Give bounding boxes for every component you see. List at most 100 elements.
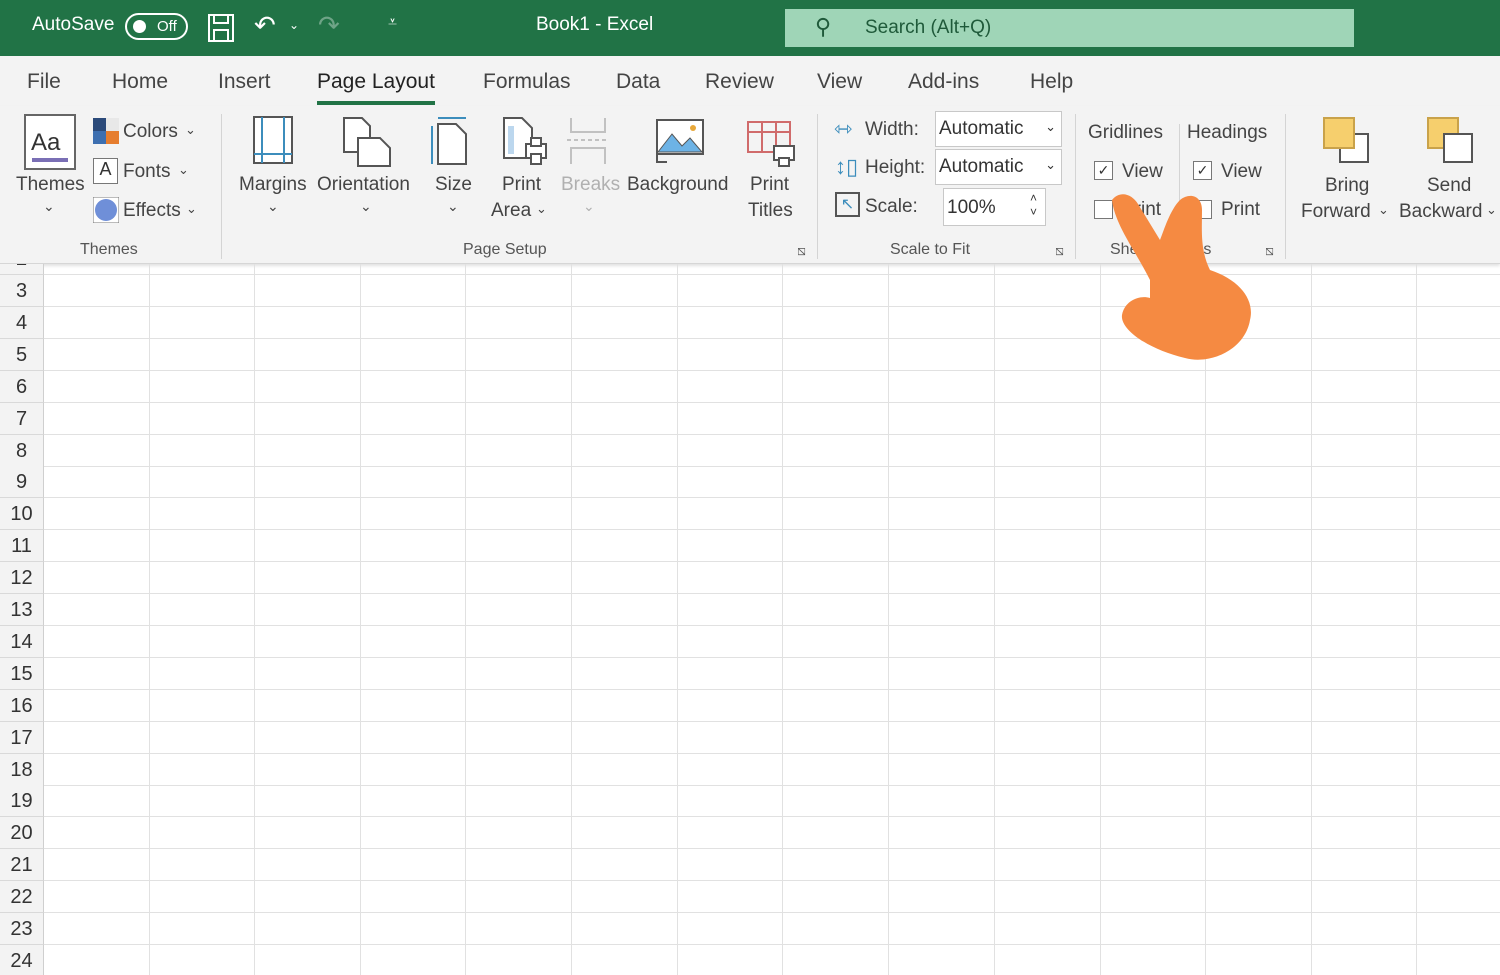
tab-review[interactable]: Review <box>705 70 774 94</box>
row-header[interactable]: 4 <box>0 306 44 339</box>
autosave-label: AutoSave <box>32 14 115 35</box>
group-label-sheet-options: Sheet Options <box>1110 241 1212 258</box>
print-area-icon <box>503 117 547 165</box>
scale-launcher-icon[interactable]: ⧅ <box>1055 242 1064 259</box>
row-gridline <box>44 912 1500 914</box>
row-gridline <box>44 306 1500 307</box>
autosave-toggle[interactable]: Off <box>125 13 188 40</box>
chevron-down-icon: ⌄ <box>43 198 55 214</box>
save-icon[interactable] <box>207 13 235 43</box>
redo-icon[interactable]: ↷ <box>318 10 340 41</box>
page-setup-launcher-icon[interactable]: ⧅ <box>797 242 806 259</box>
row-gridline <box>44 656 1500 658</box>
ribbon: Aa Themes ⌄ Colors ⌄ A Fonts ⌄ Effects ⌄ The… <box>0 106 1500 264</box>
row-header[interactable]: 13 <box>0 594 44 626</box>
row-header[interactable]: 12 <box>0 562 44 595</box>
column-gridline <box>888 264 889 975</box>
row-header[interactable]: 24 <box>0 944 44 975</box>
breaks-icon <box>567 118 609 164</box>
row-gridline <box>44 752 1500 754</box>
tab-formulas[interactable]: Formulas <box>483 70 571 94</box>
row-header[interactable]: 2 <box>0 264 44 275</box>
row-gridline <box>44 465 1500 467</box>
tab-file[interactable]: File <box>27 70 61 94</box>
margins-icon <box>253 116 293 164</box>
tab-page-layout[interactable]: Page Layout <box>317 70 435 105</box>
row-gridline <box>44 529 1500 531</box>
row-header[interactable]: 8 <box>0 434 44 467</box>
row-header[interactable]: 10 <box>0 498 44 531</box>
background-icon <box>656 119 704 163</box>
search-icon: ⚲ <box>815 14 832 39</box>
row-header[interactable]: 11 <box>0 530 44 563</box>
gridlines-view-checkbox[interactable]: ✓ <box>1094 161 1113 180</box>
row-header[interactable]: 23 <box>0 913 44 945</box>
row-gridline <box>44 274 1500 275</box>
undo-icon[interactable]: ↶ <box>254 10 276 41</box>
row-gridline <box>44 784 1500 786</box>
scale-spinner[interactable]: 100% ˄ ˅ <box>943 188 1046 226</box>
row-header[interactable]: 14 <box>0 625 44 658</box>
group-label-page-setup: Page Setup <box>463 241 547 258</box>
row-header[interactable]: 17 <box>0 721 44 754</box>
row-gridline <box>44 369 1500 371</box>
send-backward-icon <box>1427 117 1473 163</box>
svg-text:Aa: Aa <box>31 129 61 156</box>
row-header[interactable]: 21 <box>0 849 44 882</box>
row-gridline <box>44 593 1500 595</box>
row-header[interactable]: 15 <box>0 657 44 690</box>
fonts-icon: A <box>93 158 118 184</box>
themes-icon: Aa <box>24 114 76 170</box>
gridlines-print-checkbox[interactable] <box>1094 200 1113 219</box>
row-header[interactable]: 20 <box>0 817 44 850</box>
orientation-icon <box>343 117 391 167</box>
width-dropdown[interactable]: Automatic ⌄ <box>935 111 1062 147</box>
column-gridline <box>360 264 361 975</box>
column-gridline <box>1100 264 1101 975</box>
worksheet-grid[interactable]: 23456789101112131415161718192021222324 <box>0 264 1500 975</box>
row-header[interactable]: 16 <box>0 689 44 722</box>
sheet-options-launcher-icon[interactable]: ⧅ <box>1265 242 1274 259</box>
row-gridline <box>44 497 1500 499</box>
row-gridline <box>44 401 1500 403</box>
column-gridline <box>677 264 678 975</box>
row-gridline <box>44 433 1500 435</box>
row-header[interactable]: 3 <box>0 275 44 307</box>
ribbon-tabs: File Home Insert Page Layout Formulas Da… <box>0 56 1500 106</box>
search-box[interactable]: ⚲ Search (Alt+Q) <box>785 9 1354 47</box>
headings-print-checkbox[interactable] <box>1193 200 1212 219</box>
column-gridline <box>1311 264 1312 975</box>
column-gridline <box>994 264 995 975</box>
effects-icon <box>93 197 119 223</box>
colors-icon <box>93 118 119 144</box>
column-gridline <box>1205 264 1206 975</box>
undo-dropdown-icon[interactable]: ⌄ <box>289 18 299 32</box>
row-header[interactable]: 22 <box>0 881 44 914</box>
row-gridline <box>44 816 1500 818</box>
row-gridline <box>44 720 1500 722</box>
title-bar: AutoSave Off ↶ ⌄ ↷ ⩡ Book1 - Excel ⚲ Searc… <box>0 0 1500 56</box>
column-gridline <box>571 264 572 975</box>
headings-view-checkbox[interactable]: ✓ <box>1193 161 1212 180</box>
row-gridline <box>44 625 1500 626</box>
row-gridline <box>44 944 1500 945</box>
headings-label: Headings <box>1187 122 1268 143</box>
row-header[interactable]: 5 <box>0 338 44 371</box>
tab-add-ins[interactable]: Add-ins <box>908 70 979 94</box>
row-header[interactable]: 18 <box>0 753 44 786</box>
height-icon: ↕▯ <box>835 154 859 179</box>
tab-home[interactable]: Home <box>112 70 168 94</box>
column-gridline <box>465 264 466 975</box>
tab-insert[interactable]: Insert <box>218 70 271 94</box>
height-dropdown[interactable]: Automatic ⌄ <box>935 149 1062 185</box>
row-header[interactable]: 9 <box>0 466 44 499</box>
row-header[interactable]: 7 <box>0 402 44 435</box>
tab-data[interactable]: Data <box>616 70 660 94</box>
customize-quick-access-icon[interactable]: ⩡ <box>388 14 397 32</box>
row-header[interactable]: 6 <box>0 370 44 403</box>
size-icon <box>431 117 467 165</box>
tab-view[interactable]: View <box>817 70 862 94</box>
row-gridline <box>44 848 1500 850</box>
tab-help[interactable]: Help <box>1030 70 1073 94</box>
row-header[interactable]: 19 <box>0 785 44 818</box>
